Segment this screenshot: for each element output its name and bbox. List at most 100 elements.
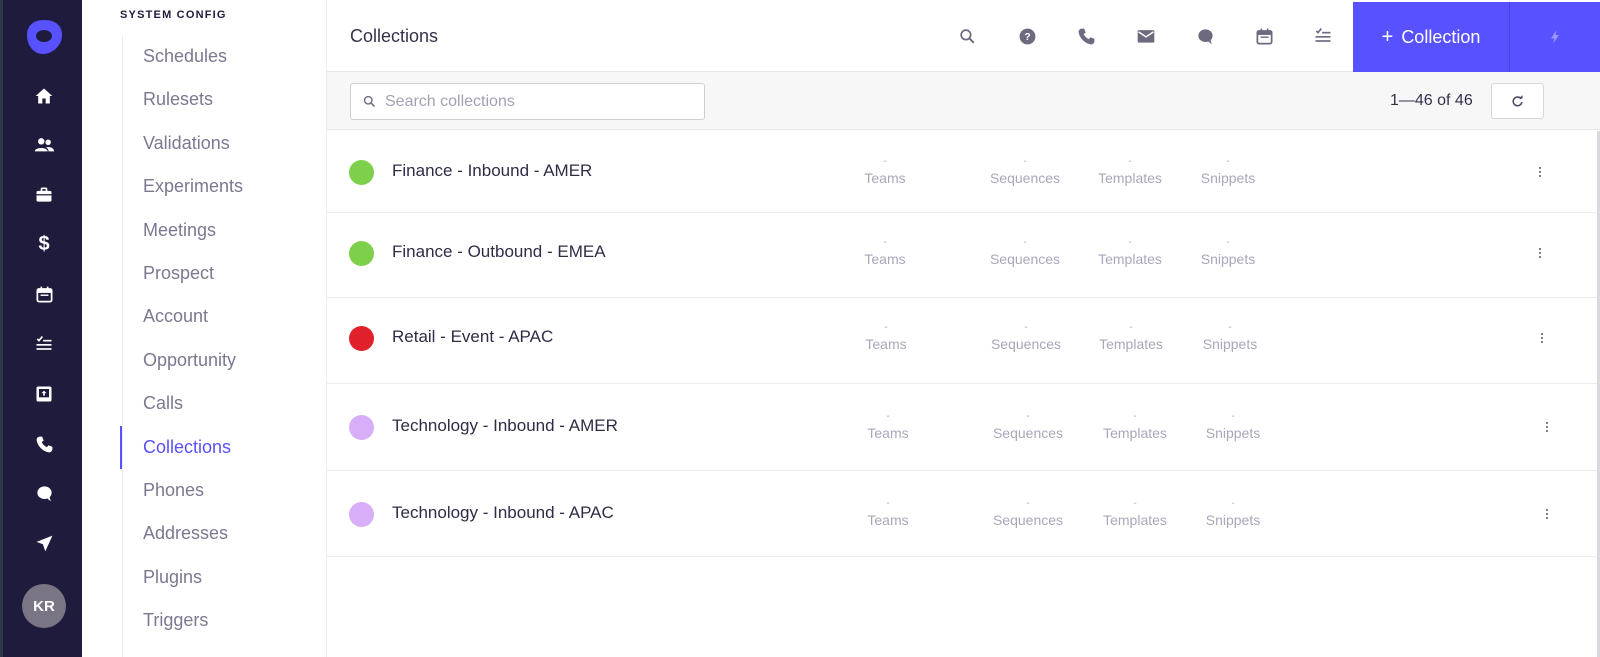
stat-sequences-label: Sequences xyxy=(990,336,1062,352)
collection-list: Finance - Inbound - AMER - Teams - Sequences… xyxy=(327,131,1600,557)
chat-icon[interactable] xyxy=(32,481,56,505)
kebab-icon xyxy=(1538,166,1542,178)
calendar-icon[interactable] xyxy=(1251,23,1277,49)
kebab-icon xyxy=(1545,508,1549,520)
stat-templates: - Templates xyxy=(1081,323,1181,353)
nav-item-phones[interactable]: Phones xyxy=(122,469,243,512)
calendar-icon[interactable] xyxy=(32,282,56,306)
help-icon[interactable]: ? xyxy=(1014,23,1040,49)
refresh-button[interactable] xyxy=(1491,83,1544,119)
icon-rail: $ KR xyxy=(0,0,82,657)
more-options-button[interactable] xyxy=(1532,162,1548,182)
stat-sequences: - Sequences xyxy=(975,238,1075,268)
nav-item-validations[interactable]: Validations xyxy=(122,122,243,165)
stat-snippets-value: - xyxy=(1231,411,1235,422)
briefcase-icon[interactable] xyxy=(32,183,56,207)
stat-sequences-value: - xyxy=(1023,156,1027,167)
more-options-button[interactable] xyxy=(1539,417,1555,437)
collection-color-dot xyxy=(349,241,374,266)
stat-snippets-value: - xyxy=(1226,237,1230,248)
stat-teams-value: - xyxy=(883,237,887,248)
stat-teams-label: Teams xyxy=(867,425,909,441)
collection-name[interactable]: Retail - Event - APAC xyxy=(392,327,553,347)
stat-templates-label: Templates xyxy=(1099,336,1163,352)
avatar[interactable]: KR xyxy=(22,584,66,628)
kebab-icon xyxy=(1545,421,1549,433)
send-icon[interactable] xyxy=(32,531,56,555)
nav-item-calls[interactable]: Calls xyxy=(122,382,243,425)
nav-item-rulesets[interactable]: Rulesets xyxy=(122,78,243,121)
stat-sequences-label: Sequences xyxy=(989,170,1061,186)
chat-icon[interactable] xyxy=(1192,23,1218,49)
collection-row[interactable]: Finance - Outbound - EMEA - Teams - Sequence… xyxy=(327,213,1600,298)
tasks-icon[interactable] xyxy=(1310,23,1336,49)
mail-icon[interactable] xyxy=(1133,23,1159,49)
nav-item-experiments[interactable]: Experiments xyxy=(122,165,243,208)
stat-sequences-label: Sequences xyxy=(989,251,1061,267)
add-collection-button[interactable]: + Collection xyxy=(1353,2,1509,72)
pagination-count: 1—46 of 46 xyxy=(1390,92,1473,109)
stat-templates: - Templates xyxy=(1085,412,1185,442)
search-icon xyxy=(363,95,376,108)
more-options-button[interactable] xyxy=(1539,504,1555,524)
phone-icon[interactable] xyxy=(1073,23,1099,49)
search-icon[interactable] xyxy=(954,23,980,49)
page-title: Collections xyxy=(350,26,439,46)
collection-name[interactable]: Technology - Inbound - AMER xyxy=(392,416,618,436)
more-options-button[interactable] xyxy=(1534,328,1550,348)
more-options-button[interactable] xyxy=(1532,243,1548,263)
stat-templates: - Templates xyxy=(1080,238,1180,268)
search-input[interactable] xyxy=(385,92,685,111)
collection-row[interactable]: Finance - Inbound - AMER - Teams - Sequences… xyxy=(327,131,1600,213)
page-header: Collections ? + Collection xyxy=(327,0,1600,72)
inbox-upload-icon[interactable] xyxy=(32,382,56,406)
stat-sequences-label: Sequences xyxy=(992,512,1064,528)
stat-snippets-label: Snippets xyxy=(1200,251,1256,267)
stat-sequences: - Sequences xyxy=(978,499,1078,529)
collection-row[interactable]: Technology - Inbound - APAC - Teams - Sequen… xyxy=(327,471,1600,557)
stat-teams: - Teams xyxy=(835,238,935,268)
stat-teams-label: Teams xyxy=(867,512,909,528)
phone-icon[interactable] xyxy=(32,432,56,456)
search-box[interactable] xyxy=(350,83,705,120)
stat-teams-value: - xyxy=(886,411,890,422)
collection-row[interactable]: Technology - Inbound - AMER - Teams - Sequen… xyxy=(327,384,1600,471)
stat-snippets-value: - xyxy=(1228,322,1232,333)
stat-sequences-value: - xyxy=(1024,322,1028,333)
nav-item-collections[interactable]: Collections xyxy=(119,425,243,469)
stat-snippets: - Snippets xyxy=(1178,238,1278,268)
nav-item-opportunity[interactable]: Opportunity xyxy=(122,339,243,382)
nav-section-title: SYSTEM CONFIG xyxy=(120,9,227,21)
stat-templates-value: - xyxy=(1129,322,1133,333)
collection-name[interactable]: Finance - Outbound - EMEA xyxy=(392,242,606,262)
app: $ KR SYSTEM CONFIG Schedules Rulesets Vali… xyxy=(0,0,1600,657)
outreach-logo-icon[interactable] xyxy=(25,18,63,56)
nav-item-schedules[interactable]: Schedules xyxy=(122,35,243,78)
collection-name[interactable]: Finance - Inbound - AMER xyxy=(392,161,592,181)
nav-item-addresses[interactable]: Addresses xyxy=(122,512,243,555)
stat-teams: - Teams xyxy=(838,412,938,442)
nav-item-meetings[interactable]: Meetings xyxy=(122,209,243,252)
stat-teams-value: - xyxy=(883,156,887,167)
collection-row[interactable]: Retail - Event - APAC - Teams - Sequences - Te… xyxy=(327,298,1600,384)
nav-item-plugins[interactable]: Plugins xyxy=(122,556,243,599)
tasks-icon[interactable] xyxy=(32,332,56,356)
nav-item-account[interactable]: Account xyxy=(122,295,243,338)
bolt-icon xyxy=(1551,30,1559,44)
stat-templates-value: - xyxy=(1128,237,1132,248)
nav-item-prospect[interactable]: Prospect xyxy=(122,252,243,295)
people-icon[interactable] xyxy=(32,133,56,157)
collection-name[interactable]: Technology - Inbound - APAC xyxy=(392,503,614,523)
stat-snippets-label: Snippets xyxy=(1205,425,1261,441)
list-toolbar: 1—46 of 46 xyxy=(327,72,1600,130)
stat-templates-label: Templates xyxy=(1098,170,1162,186)
quick-actions-button[interactable] xyxy=(1509,2,1600,72)
stat-snippets: - Snippets xyxy=(1180,323,1280,353)
stat-templates-label: Templates xyxy=(1103,512,1167,528)
stat-templates: - Templates xyxy=(1085,499,1185,529)
stat-templates-value: - xyxy=(1133,411,1137,422)
dollar-icon[interactable]: $ xyxy=(32,232,56,256)
stat-sequences: - Sequences xyxy=(976,323,1076,353)
home-icon[interactable] xyxy=(32,84,56,108)
nav-item-triggers[interactable]: Triggers xyxy=(122,599,243,642)
